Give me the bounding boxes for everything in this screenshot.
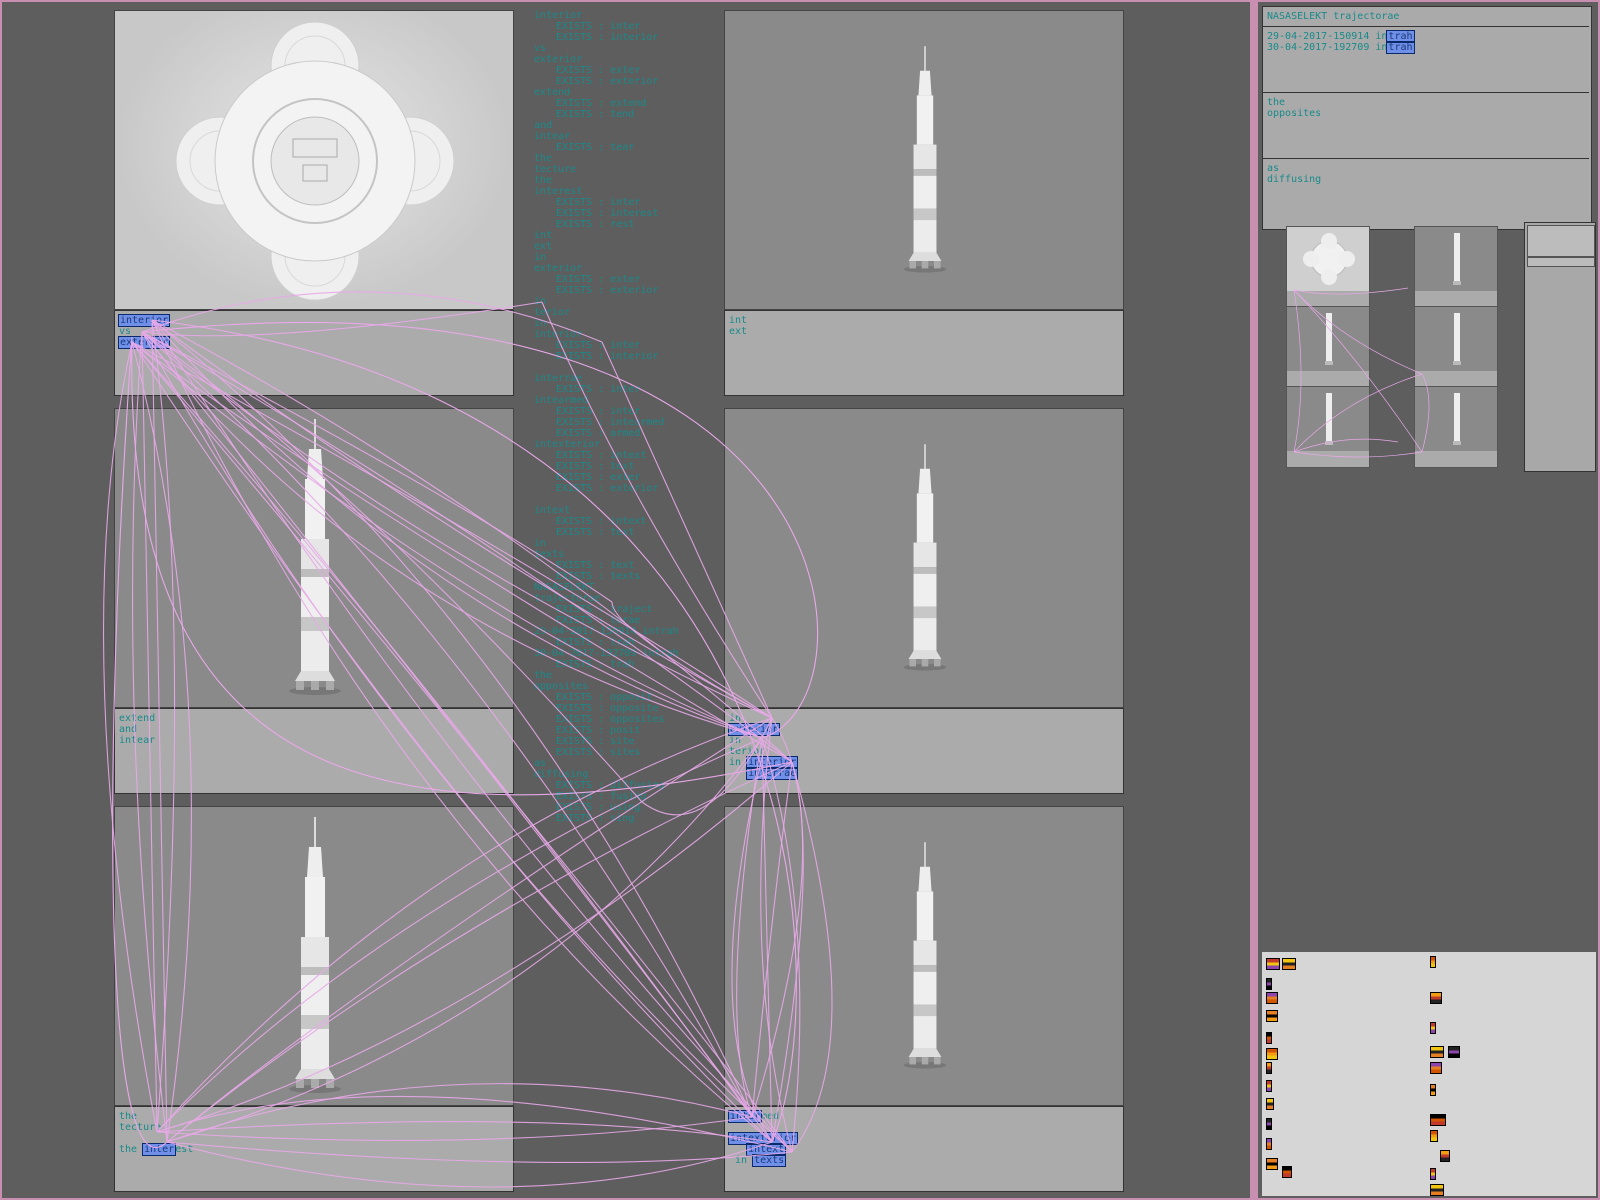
- connection-curve: [131, 341, 793, 763]
- color-swatch: [1430, 1114, 1446, 1126]
- color-swatch: [1266, 1062, 1272, 1074]
- connection-curve: [141, 301, 543, 337]
- color-swatch: [1266, 1080, 1272, 1092]
- minimap-curve: [1293, 438, 1399, 453]
- sidebar-box2-line1: the: [1267, 97, 1286, 108]
- color-swatch: [1266, 1098, 1274, 1110]
- minimap-sidebar-preview: [1524, 222, 1596, 472]
- color-swatch: [1266, 978, 1272, 990]
- connection-curve: [131, 341, 192, 1143]
- color-swatch: [1430, 1130, 1438, 1142]
- connection-curve: [601, 341, 773, 719]
- connection-curve: [751, 717, 804, 1118]
- color-swatch: [1430, 1062, 1442, 1074]
- color-swatch: [1448, 1046, 1460, 1058]
- sidebar-date-line: 30-04-2017-192709 intrah: [1267, 41, 1585, 54]
- color-swatch: [1282, 1166, 1292, 1178]
- connection-curve: [141, 331, 773, 1143]
- connection-curve: [166, 1141, 793, 1163]
- color-swatch: [1440, 1150, 1450, 1162]
- highlighted-word: trah: [1386, 30, 1415, 43]
- connection-curve: [166, 737, 763, 1143]
- minimap-curve: [1293, 289, 1423, 453]
- connection-curve: [141, 331, 753, 1118]
- connection-curve: [156, 1116, 753, 1141]
- color-swatch: [1266, 1158, 1278, 1170]
- sidebar-diffusing-box: as diffusing: [1263, 159, 1589, 225]
- color-swatch: [1266, 958, 1280, 970]
- color-swatch: [1430, 1022, 1436, 1034]
- connection-curve: [736, 737, 763, 1118]
- sidebar-box3-line1: as: [1267, 163, 1280, 174]
- connection-curve: [156, 717, 773, 1133]
- minimap-curve: [1293, 289, 1302, 453]
- mini-preview-header: [1527, 225, 1595, 257]
- minimap-curve: [1293, 287, 1409, 295]
- main-canvas: interior EXISTS : inter EXISTS : interior v…: [2, 2, 1250, 1198]
- connection-curves: [102, 291, 833, 1188]
- connection-curve: [166, 1141, 773, 1188]
- sidebar-title-box: NASASELEKT trajectorae: [1263, 7, 1589, 27]
- sidebar-box2-line2: opposites: [1267, 108, 1322, 119]
- connection-curve: [131, 341, 793, 796]
- sidebar-header: NASASELEKT trajectorae 29-04-2017-150914…: [1262, 6, 1592, 230]
- color-swatch: [1430, 1168, 1436, 1180]
- sidebar: NASASELEKT trajectorae 29-04-2017-150914…: [1258, 2, 1598, 1198]
- connection-curve: [156, 1121, 773, 1143]
- minimap-curve: [1293, 373, 1423, 453]
- color-swatch: [1266, 1010, 1278, 1022]
- color-swatch: [1266, 992, 1278, 1004]
- sidebar-date-line: 29-04-2017-150914 intrah: [1267, 30, 1585, 43]
- minimap-curve: [1293, 289, 1423, 375]
- connection-curve: [151, 319, 797, 1143]
- color-swatch: [1430, 992, 1442, 1004]
- color-swatch: [1430, 956, 1436, 968]
- mini-preview-box: [1527, 257, 1595, 267]
- connection-curve: [151, 319, 753, 1118]
- color-swatch: [1430, 1184, 1444, 1196]
- connection-curve: [541, 301, 773, 719]
- connection-curve: [166, 761, 793, 1143]
- minimap-curve: [1293, 451, 1423, 458]
- connection-curve: [151, 319, 763, 739]
- highlighted-word: trah: [1386, 41, 1415, 54]
- connection-curve: [141, 331, 763, 739]
- connection-curve: [151, 319, 793, 1153]
- color-swatch: [1266, 1048, 1278, 1060]
- sidebar-opposites-box: the opposites: [1263, 93, 1589, 159]
- color-swatch: [1430, 1046, 1444, 1058]
- date-text: 30-04-2017-192709 in: [1267, 42, 1388, 53]
- connection-curve: [131, 341, 773, 1143]
- connection-curve: [102, 341, 158, 1133]
- sidebar-dates-box: 29-04-2017-150914 intrah 30-04-2017-19270…: [1263, 27, 1589, 93]
- connection-curve: [141, 291, 603, 343]
- color-swatch: [1266, 1118, 1272, 1130]
- color-swatch: [1282, 958, 1296, 970]
- color-swatch: [1430, 1084, 1436, 1096]
- date-text: 29-04-2017-150914 in: [1267, 31, 1388, 42]
- color-swatch: [1266, 1138, 1272, 1150]
- minimap-curve: [1421, 373, 1430, 453]
- sidebar-box3-line2: diffusing: [1267, 174, 1322, 185]
- sidebar-title: NASASELEKT trajectorae: [1267, 11, 1400, 22]
- color-palette: [1262, 952, 1596, 1196]
- connection-curve: [751, 761, 793, 1118]
- connection-curve: [131, 341, 753, 1118]
- connection-curve: [141, 321, 819, 739]
- connection-curve: [131, 341, 763, 739]
- color-swatch: [1266, 1032, 1272, 1044]
